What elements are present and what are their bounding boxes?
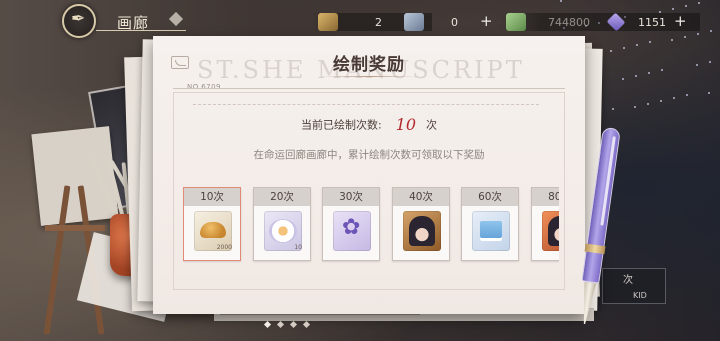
sparkle [673,97,675,99]
tab-code: KID [633,291,647,300]
sparkle [709,61,711,63]
reward-hint: 在命运回廊画廊中，累计绘制次数可领取以下奖励 [253,149,485,161]
butterfly-icon [333,211,371,251]
coin-icon [506,13,526,31]
resource-book[interactable]: 0 + [404,12,494,31]
sparkle [634,106,636,108]
easel-leg [43,185,71,335]
page-dot [289,320,298,329]
gift-box-icon [472,211,510,251]
resource-value: 1151 [638,16,666,29]
reward-card-6[interactable]: 80次 [531,187,559,261]
tab-text: 次 [623,275,633,286]
sparkle [648,72,650,74]
reward-threshold: 40次 [393,188,449,206]
reward-threshold: 20次 [254,188,310,206]
reward-card-1[interactable]: 10次 2000 [183,187,241,261]
resource-gem[interactable]: 1151 + [606,12,700,32]
reward-quantity: 10 [294,244,302,251]
resource-value: 2 [375,16,382,29]
serial-number: NO.6709 [187,83,222,91]
page-dot [276,320,285,329]
top-bar: 画廊 2 0 + 744800 1151 + [0,0,720,40]
portrait-icon [542,211,559,251]
frame-line [173,88,565,89]
sparkle [612,108,614,110]
back-button[interactable] [62,4,96,38]
add-gem-button[interactable]: + [674,12,687,30]
portrait-icon [403,211,441,251]
dialog-title: 绘制奖励 [333,55,405,75]
sparkle [660,100,662,102]
reward-card-3[interactable]: 30次 [322,187,380,261]
ticket-icon [318,13,338,31]
draw-count-label: 当前已绘制次数: [300,118,382,132]
sparkle [708,92,710,94]
diamond-icon [168,11,184,27]
sparkle [661,69,663,71]
draw-count-unit: 次 [426,118,438,132]
sparkle [686,94,688,96]
resource-coin[interactable]: 744800 [506,13,596,31]
ruler-line [193,104,539,108]
reward-threshold: 10次 [184,188,240,206]
page-dot [263,320,272,329]
page-indicator [263,320,325,332]
sparkle [610,50,612,52]
screen-title: 画廊 [117,14,150,32]
reward-threshold: 30次 [323,188,379,206]
sparkle [623,47,625,49]
reward-quantity: 2000 [216,244,232,251]
reward-card-5[interactable]: 60次 [461,187,519,261]
reward-threshold: 60次 [462,188,518,206]
sparkle [696,64,698,66]
sparkle [635,75,637,77]
sparkle [622,78,624,80]
draw-reward-dialog: ST.SHE MANUSCRIPT 绘制奖励 NO.6709 当前已绘制次数: 1… [153,36,585,314]
add-book-button[interactable]: + [480,12,493,30]
title-underline [321,76,417,77]
reward-card-2[interactable]: 20次 10 [253,187,311,261]
draw-count-value: 10 [395,115,417,134]
gem-icon [606,12,626,32]
sparkle [636,44,638,46]
resource-value: 0 [451,16,458,29]
reward-card-4[interactable]: 40次 [392,187,450,261]
resource-value: 744800 [548,16,590,29]
resource-ticket[interactable]: 2 [318,13,388,31]
background-tab: 次 KID [602,268,666,304]
pen-nib [579,282,597,325]
reward-list[interactable]: 10次 2000 20次 10 30次 40次 60次 80次 [183,187,559,263]
book-icon [404,13,424,31]
sparkle [649,41,651,43]
reward-threshold: 80次 [532,188,559,206]
page-dot [302,320,311,329]
easel-bar [45,225,105,231]
draw-count-row: 当前已绘制次数: 10 次 [153,114,585,134]
sparkle [647,103,649,105]
